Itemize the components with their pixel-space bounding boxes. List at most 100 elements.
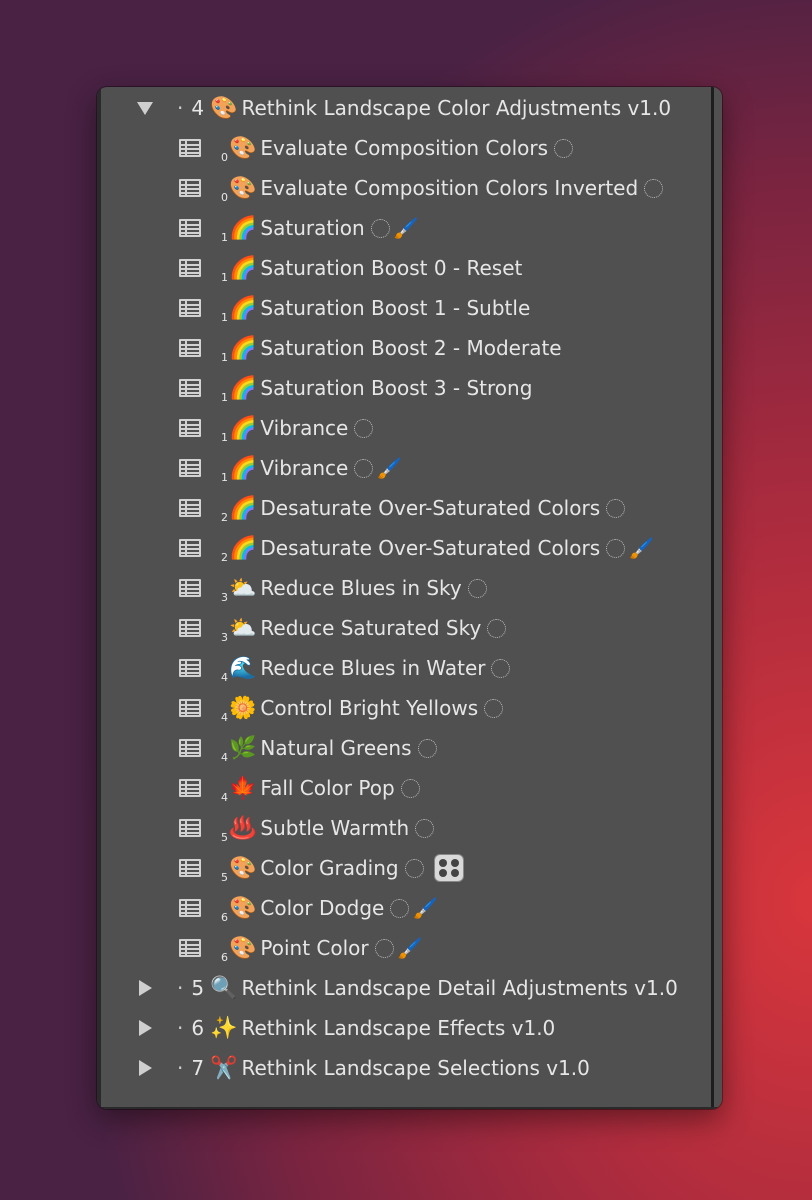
preset-emoji-icon: 🌈 [229,456,257,481]
preset-name: Reduce Blues in Water [260,656,486,680]
group-separator: · [177,96,184,120]
brush-icon: 🖌️ [413,896,439,920]
preset-name: Control Bright Yellows [260,696,479,720]
preset-name: Color Dodge [260,896,385,920]
preset-name: Evaluate Composition Colors [260,136,549,160]
disclosure-expanded-icon[interactable] [135,88,155,128]
preset-name: Desaturate Over-Saturated Colors [260,496,601,520]
preset-list-icon [179,419,201,437]
preset-list-icon [179,659,201,677]
preset-emoji-icon: 🌊 [229,656,257,681]
preset-item[interactable]: 3⛅ Reduce Blues in Sky [97,568,697,608]
preset-list-icon [179,219,201,237]
preset-item[interactable]: 6🎨 Point Color 🖌️ [97,928,697,968]
group-emoji-icon: ✨ [210,1016,238,1041]
preset-index: 1 [221,311,228,324]
preset-group-7[interactable]: · 7 ✂️ Rethink Landscape Selections v1.0 [97,1048,697,1088]
preset-item[interactable]: 5🎨 Color Grading [97,848,697,888]
partial-preset-circle-icon [491,659,511,678]
panel-bottom-edge [97,1107,722,1109]
preset-list-icon [179,499,201,517]
preset-item[interactable]: 1🌈 Saturation 🖌️ [97,208,697,248]
group-label: · 5 🔍 Rethink Landscape Detail Adjustments … [177,968,678,1009]
group-separator: · [177,1016,184,1040]
preset-item[interactable]: 1🌈 Saturation Boost 0 - Reset [97,248,697,288]
partial-preset-circle-icon [374,939,394,958]
preset-list-icon [179,819,201,837]
group-emoji-icon: 🎨 [210,96,238,121]
group-separator: · [177,976,184,1000]
preset-item[interactable]: 6🎨 Color Dodge 🖌️ [97,888,697,928]
preset-item[interactable]: 0🎨 Evaluate Composition Colors Inverted [97,168,697,208]
preset-list-icon [179,899,201,917]
preset-index: 1 [221,231,228,244]
preset-item[interactable]: 2🌈 Desaturate Over-Saturated Colors [97,488,697,528]
preset-emoji-icon: 🎨 [229,136,257,161]
preset-index: 6 [221,951,228,964]
preset-item[interactable]: 1🌈 Saturation Boost 1 - Subtle [97,288,697,328]
preset-emoji-icon: 🎨 [229,856,257,881]
partial-preset-circle-icon [390,899,410,918]
preset-index: 1 [221,391,228,404]
preset-index: 4 [221,671,228,684]
preset-item[interactable]: 1🌈 Vibrance [97,408,697,448]
preset-index: 4 [221,751,228,764]
preset-name: Evaluate Composition Colors Inverted [260,176,639,200]
preset-list-icon [179,619,201,637]
preset-item[interactable]: 1🌈 Saturation Boost 3 - Strong [97,368,697,408]
group-title: Rethink Landscape Detail Adjustments v1.… [241,976,678,1000]
preset-emoji-icon: 🍁 [229,776,257,801]
disclosure-collapsed-icon[interactable] [135,1048,155,1088]
group-title: Rethink Landscape Selections v1.0 [241,1056,590,1080]
preset-index: 2 [221,551,228,564]
group-emoji-icon: ✂️ [210,1056,238,1081]
preset-emoji-icon: 🌈 [229,256,257,281]
preset-name: Vibrance [260,456,349,480]
preset-index: 2 [221,511,228,524]
preset-list-icon [179,299,201,317]
preset-group-4[interactable]: · 4 🎨 Rethink Landscape Color Adjustments v… [97,88,697,128]
preset-emoji-icon: 🎨 [229,176,257,201]
partial-preset-circle-icon [644,179,664,198]
preset-group-5[interactable]: · 5 🔍 Rethink Landscape Detail Adjustments … [97,968,697,1008]
preset-emoji-icon: ⛅ [229,616,257,641]
preset-item[interactable]: 4🌊 Reduce Blues in Water [97,648,697,688]
group-label: · 6 ✨ Rethink Landscape Effects v1.0 [177,1008,555,1049]
preset-list-icon [179,579,201,597]
preset-item[interactable]: 1🌈 Vibrance 🖌️ [97,448,697,488]
disclosure-collapsed-icon[interactable] [135,968,155,1008]
preset-group-6[interactable]: · 6 ✨ Rethink Landscape Effects v1.0 [97,1008,697,1048]
preset-name: Reduce Blues in Sky [260,576,462,600]
preset-item[interactable]: 0🎨 Evaluate Composition Colors [97,128,697,168]
preset-emoji-icon: ♨️ [229,816,257,841]
preset-name: Desaturate Over-Saturated Colors [260,536,601,560]
preset-list-icon [179,339,201,357]
group-number: 6 [191,1016,205,1040]
panel-scrollbar[interactable] [711,87,714,1109]
preset-name: Saturation Boost 3 - Strong [260,376,533,400]
preset-index: 5 [221,831,228,844]
preset-item[interactable]: 4🌿 Natural Greens [97,728,697,768]
preset-item[interactable]: 3⛅ Reduce Saturated Sky [97,608,697,648]
partial-preset-circle-icon [606,499,626,518]
preset-name: Natural Greens [260,736,412,760]
preset-index: 1 [221,471,228,484]
preset-item[interactable]: 4🍁 Fall Color Pop [97,768,697,808]
group-number: 7 [191,1056,205,1080]
preset-item[interactable]: 4🌼 Control Bright Yellows [97,688,697,728]
preset-emoji-icon: 🌼 [229,696,257,721]
partial-preset-circle-icon [415,819,435,838]
preset-index: 5 [221,871,228,884]
preset-name: Point Color [260,936,369,960]
preset-index: 4 [221,791,228,804]
preset-emoji-icon: 🌈 [229,296,257,321]
preset-item[interactable]: 2🌈 Desaturate Over-Saturated Colors 🖌️ [97,528,697,568]
preset-emoji-icon: ⛅ [229,576,257,601]
group-label: · 4 🎨 Rethink Landscape Color Adjustments v… [177,88,671,129]
preset-name: Saturation Boost 0 - Reset [260,256,523,280]
disclosure-collapsed-icon[interactable] [135,1008,155,1048]
preset-item[interactable]: 1🌈 Saturation Boost 2 - Moderate [97,328,697,368]
preset-emoji-icon: 🌈 [229,496,257,521]
preset-item[interactable]: 5♨️ Subtle Warmth [97,808,697,848]
preset-name: Reduce Saturated Sky [260,616,482,640]
